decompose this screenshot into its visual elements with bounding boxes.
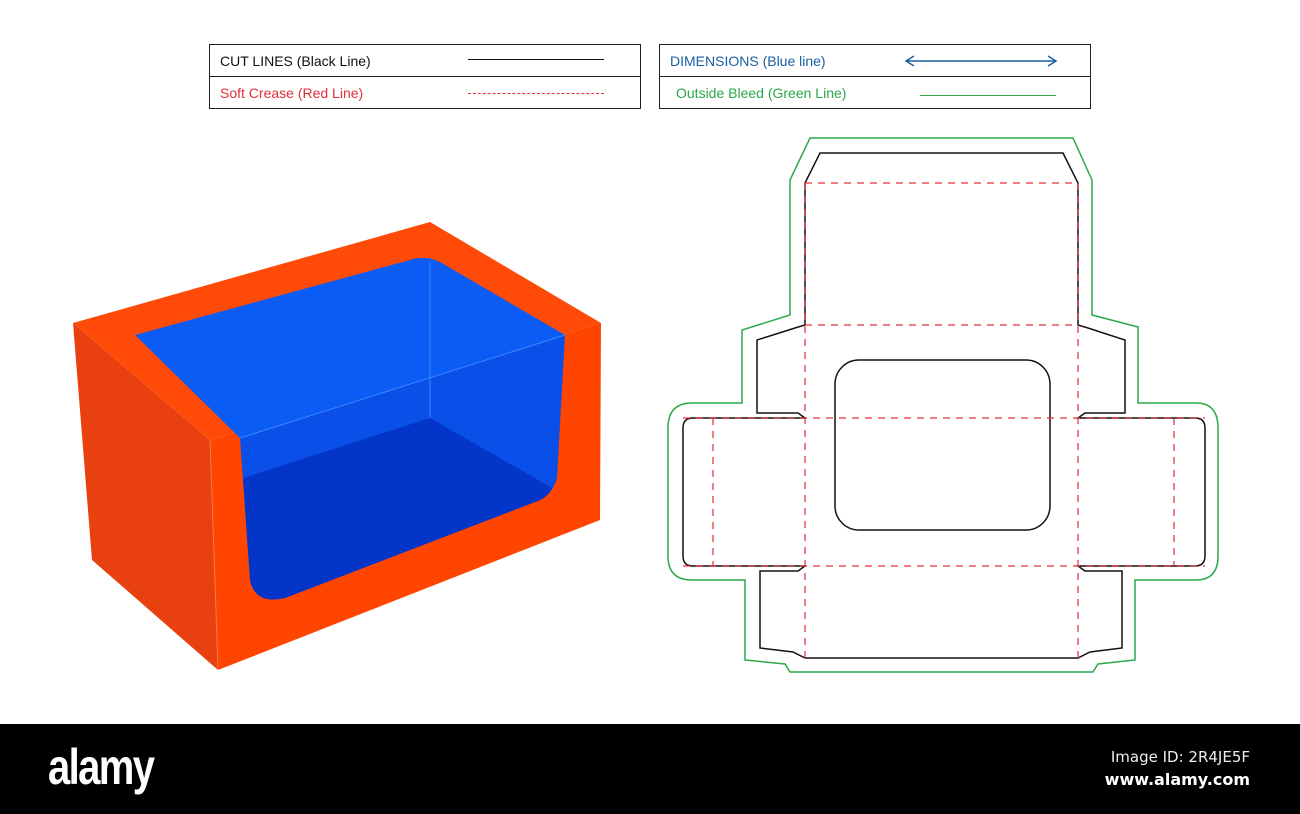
dieline xyxy=(667,137,1219,673)
site-link[interactable]: www.alamy.com xyxy=(1105,770,1250,789)
cut-outline xyxy=(682,152,1206,659)
window-cutout xyxy=(834,359,1051,531)
artwork xyxy=(73,137,1219,673)
footer-bar: alamy Image ID: 2R4JE5F www.alamy.com xyxy=(0,724,1300,814)
alamy-logo: alamy xyxy=(48,739,155,795)
crease-lines xyxy=(683,182,1205,658)
image-id: Image ID: 2R4JE5F xyxy=(1110,748,1250,766)
box-3d-render xyxy=(73,222,601,671)
bleed-outline xyxy=(667,137,1219,673)
